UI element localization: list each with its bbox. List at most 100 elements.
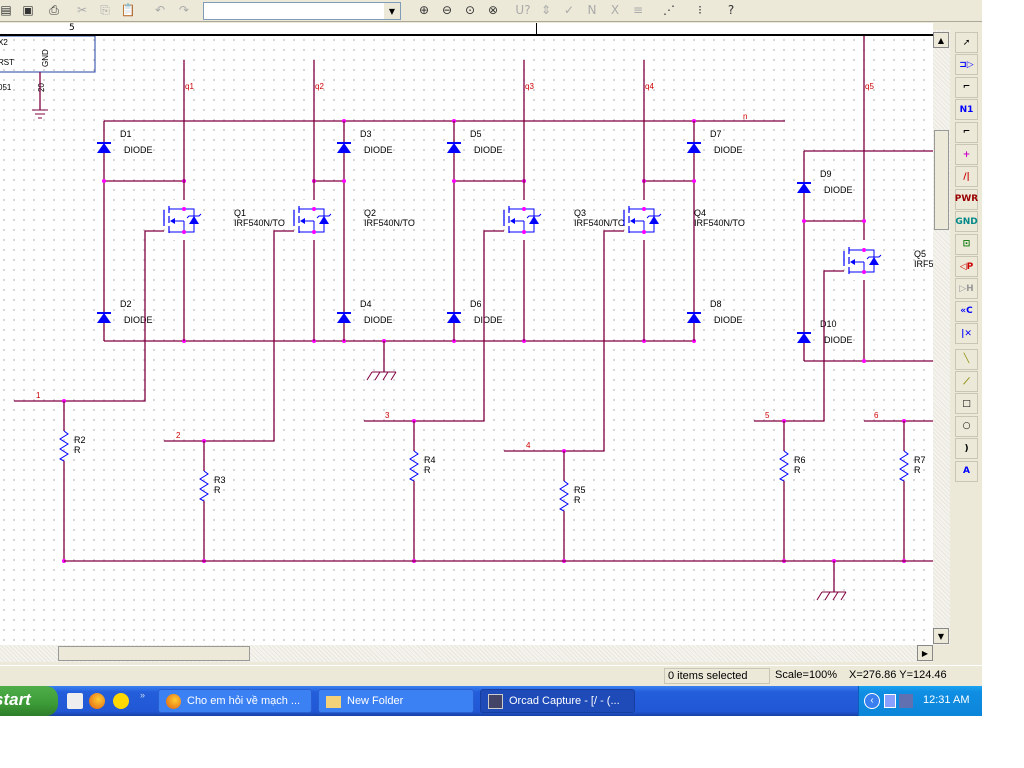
hierarchical-pin-icon[interactable]: ▷H bbox=[955, 278, 978, 300]
junction-dot bbox=[102, 179, 106, 183]
junction-dot bbox=[312, 207, 316, 211]
junction-dot bbox=[312, 230, 316, 234]
text-icon[interactable]: A bbox=[955, 460, 978, 482]
scroll-right-button[interactable]: ▶ bbox=[917, 645, 933, 661]
task-new-folder[interactable]: New Folder bbox=[318, 689, 474, 713]
diode-symbol bbox=[447, 313, 461, 323]
part-combo-box[interactable]: ▼ bbox=[203, 2, 401, 20]
save-icon[interactable]: ▣ bbox=[18, 0, 38, 20]
zoom-in-icon[interactable]: ⊕ bbox=[414, 0, 434, 20]
help-icon[interactable]: ? bbox=[721, 0, 741, 20]
firefox-icon[interactable] bbox=[89, 693, 105, 709]
page-border-ruler: 5 bbox=[0, 23, 933, 36]
diode-symbol bbox=[797, 333, 811, 343]
off-page-connector-icon[interactable]: «C bbox=[955, 300, 978, 322]
task-firefox[interactable]: Cho em hỏi về mạch ... bbox=[158, 689, 312, 713]
resistor-symbol bbox=[408, 450, 419, 482]
ellipse-icon[interactable]: ○ bbox=[955, 415, 978, 437]
mosfet-value: IRF5 bbox=[914, 259, 933, 269]
diode-value: DIODE bbox=[364, 145, 393, 155]
net-label: 2 bbox=[176, 431, 181, 440]
resistor-value: R bbox=[914, 465, 921, 475]
horizontal-scrollbar[interactable]: ▶ bbox=[0, 645, 933, 662]
chevron-right-icon[interactable]: » bbox=[140, 690, 145, 700]
cut-icon[interactable]: ✂ bbox=[72, 0, 92, 20]
mosfet-ref: Q3 bbox=[574, 208, 586, 218]
rectangle-icon[interactable]: □ bbox=[955, 393, 978, 415]
hierarchical-port-icon[interactable]: ◁P bbox=[955, 256, 978, 277]
place-bus-icon[interactable]: ⌐ bbox=[955, 121, 978, 143]
horizontal-scroll-thumb[interactable] bbox=[58, 646, 250, 661]
resistor-value: R bbox=[74, 445, 81, 455]
annotate-icon[interactable]: U? bbox=[513, 0, 533, 20]
chevron-down-icon[interactable]: ▼ bbox=[384, 3, 400, 19]
hierarchical-block-icon[interactable]: ⊡ bbox=[955, 233, 978, 255]
line-icon[interactable]: ╲ bbox=[955, 348, 978, 370]
arc-icon[interactable]: ) bbox=[955, 438, 978, 460]
diode-ref: D3 bbox=[360, 129, 372, 139]
ground-symbol bbox=[366, 371, 397, 381]
resistor-value: R bbox=[424, 465, 431, 475]
start-button[interactable]: start bbox=[0, 686, 58, 716]
task-label: Cho em hỏi về mạch ... bbox=[187, 695, 301, 707]
diode-ref: D4 bbox=[360, 299, 372, 309]
resistor-value: R bbox=[574, 495, 581, 505]
net-label: n bbox=[743, 112, 747, 121]
resistor-ref: R6 bbox=[794, 455, 806, 465]
bus-entry-icon[interactable]: /| bbox=[955, 166, 978, 188]
back-annotate-icon[interactable]: ⇕ bbox=[536, 0, 556, 20]
scroll-down-button[interactable]: ▼ bbox=[933, 628, 949, 644]
clock[interactable]: 12:31 AM bbox=[923, 694, 969, 706]
copy-icon[interactable]: ⎘ bbox=[95, 0, 115, 20]
vertical-scroll-thumb[interactable] bbox=[934, 130, 949, 230]
no-connect-icon[interactable]: |✕ bbox=[955, 323, 978, 345]
show-hidden-icons-button[interactable]: ‹ bbox=[864, 693, 880, 709]
ic-part-name: 051 bbox=[0, 83, 12, 92]
cross-ref-icon[interactable]: X bbox=[605, 0, 625, 20]
place-wire-icon[interactable]: ⌐ bbox=[955, 76, 978, 98]
main-toolbar: ▤ ▣ ⎙ ✂ ⎘ 📋 ↶ ↷ ⊕ ⊖ ⊙ ⊗ U? ⇕ ✓ N X ≡ ⋰ ⁝? bbox=[0, 0, 982, 22]
task-label: New Folder bbox=[347, 695, 404, 707]
select-icon[interactable]: ➚ bbox=[955, 32, 978, 53]
diode-value: DIODE bbox=[124, 315, 153, 325]
tray-app-icon[interactable] bbox=[884, 694, 896, 708]
netlist-icon[interactable]: N bbox=[582, 0, 602, 20]
undo-icon[interactable]: ↶ bbox=[150, 0, 170, 20]
place-part-icon[interactable]: ⊐▷ bbox=[955, 54, 978, 76]
zoom-all-icon[interactable]: ⊗ bbox=[483, 0, 503, 20]
power-icon[interactable]: PWR bbox=[955, 188, 978, 210]
net-label: q4 bbox=[645, 82, 654, 91]
paste-icon[interactable]: 📋 bbox=[118, 0, 138, 20]
resistor-symbol bbox=[898, 450, 909, 482]
net-alias-icon[interactable]: N1 bbox=[955, 99, 978, 121]
task-orcad-capture[interactable]: Orcad Capture - [/ - (... bbox=[480, 689, 635, 713]
vertical-scrollbar[interactable]: ▲ ▼ bbox=[933, 30, 950, 645]
print-icon[interactable]: ⎙ bbox=[44, 0, 64, 20]
project-manager-icon[interactable]: ⁝ bbox=[690, 0, 710, 20]
open-icon[interactable]: ▤ bbox=[0, 0, 16, 20]
drc-icon[interactable]: ✓ bbox=[559, 0, 579, 20]
polyline-icon[interactable]: ⟋ bbox=[955, 371, 978, 392]
junction-dot bbox=[692, 179, 696, 183]
mosfet-ref: Q4 bbox=[694, 208, 706, 218]
schematic-canvas[interactable]: X2 RST GND 051 20 n D1 DIODE D2 DIODE D3 DIODE D4 DIO… bbox=[0, 36, 933, 645]
zoom-area-icon[interactable]: ⊙ bbox=[460, 0, 480, 20]
firefox-icon bbox=[166, 694, 181, 709]
junction-dot bbox=[522, 207, 526, 211]
ground-icon[interactable]: GND bbox=[955, 211, 978, 233]
diode-symbol bbox=[337, 143, 351, 153]
task-label: Orcad Capture - [/ - (... bbox=[509, 695, 620, 707]
snap-grid-icon[interactable]: ⋰ bbox=[659, 0, 679, 20]
zoom-out-icon[interactable]: ⊖ bbox=[437, 0, 457, 20]
scroll-up-button[interactable]: ▲ bbox=[933, 32, 949, 48]
network-icon[interactable] bbox=[899, 694, 913, 708]
junction-icon[interactable]: + bbox=[955, 144, 978, 165]
mosfet-ref: Q1 bbox=[234, 208, 246, 218]
wire bbox=[754, 270, 844, 422]
messenger-icon[interactable] bbox=[113, 693, 129, 709]
diode-symbol bbox=[687, 313, 701, 323]
redo-icon[interactable]: ↷ bbox=[174, 0, 194, 20]
mosfet-value: IRF540N/TO bbox=[234, 218, 285, 228]
bom-icon[interactable]: ≡ bbox=[628, 0, 648, 20]
notepad-icon[interactable] bbox=[67, 693, 83, 709]
